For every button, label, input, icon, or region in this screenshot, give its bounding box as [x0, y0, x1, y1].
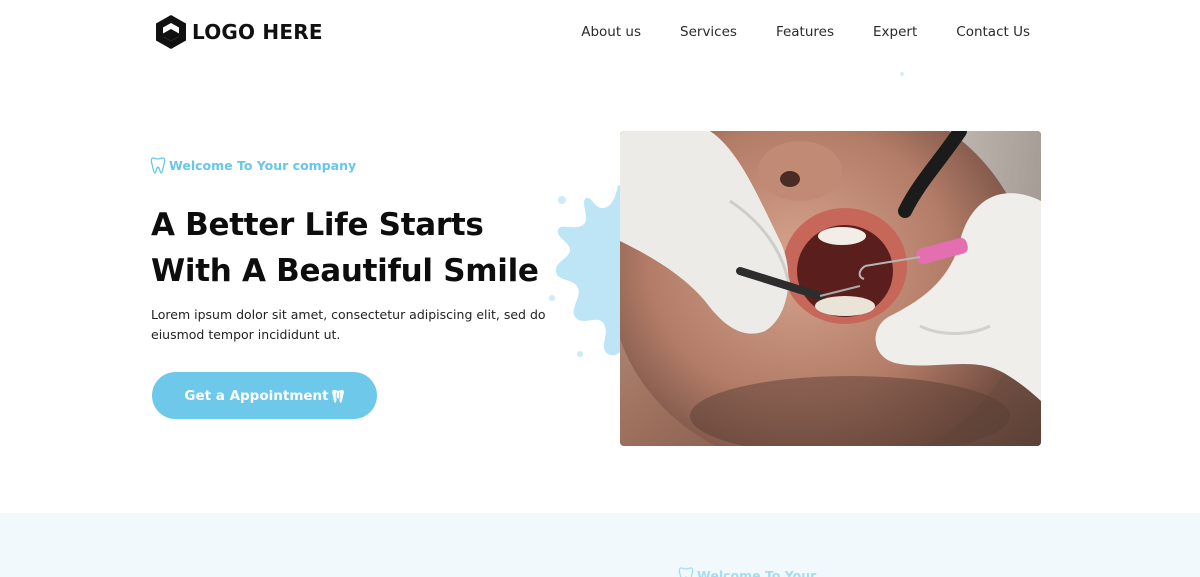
hero-eyebrow: Welcome To Your company — [150, 156, 356, 174]
hero-title: A Better Life Starts With A Beautiful Sm… — [151, 202, 591, 294]
cta-label: Get a Appointment — [184, 387, 329, 404]
tooth-icon — [331, 389, 344, 403]
next-section-band — [0, 513, 1200, 577]
get-appointment-button[interactable]: Get a Appointment — [152, 372, 377, 419]
hero-description: Lorem ipsum dolor sit amet, consectetur … — [151, 307, 546, 342]
hero-title-line-2: With A Beautiful Smile — [151, 253, 539, 289]
nav-about-us[interactable]: About us — [581, 22, 641, 42]
nav-contact-us[interactable]: Contact Us — [956, 22, 1030, 42]
tooth-icon — [150, 157, 166, 174]
dental-exam-illustration — [620, 131, 1041, 446]
decorative-dot — [900, 72, 904, 76]
hero-image-dental-exam — [620, 131, 1041, 446]
hero-title-line-1: A Better Life Starts — [151, 207, 484, 243]
logo[interactable]: LOGO HERE — [154, 14, 323, 50]
hexagon-logo-icon — [156, 15, 186, 49]
landing-page: LOGO HERE About us Services Features Exp… — [0, 0, 1200, 577]
nav-features[interactable]: Features — [776, 22, 834, 42]
site-header: LOGO HERE About us Services Features Exp… — [0, 0, 1200, 70]
tooth-icon — [678, 567, 694, 577]
next-section-eyebrow-text: Welcome To Your — [697, 567, 817, 577]
nav-services[interactable]: Services — [680, 22, 737, 42]
logo-text: LOGO HERE — [192, 20, 323, 44]
nav-expert[interactable]: Expert — [873, 22, 917, 42]
eyebrow-text: Welcome To Your company — [169, 157, 357, 173]
next-section-eyebrow: Welcome To Your — [678, 566, 816, 577]
main-nav: About us Services Features Expert Contac… — [581, 22, 1030, 42]
